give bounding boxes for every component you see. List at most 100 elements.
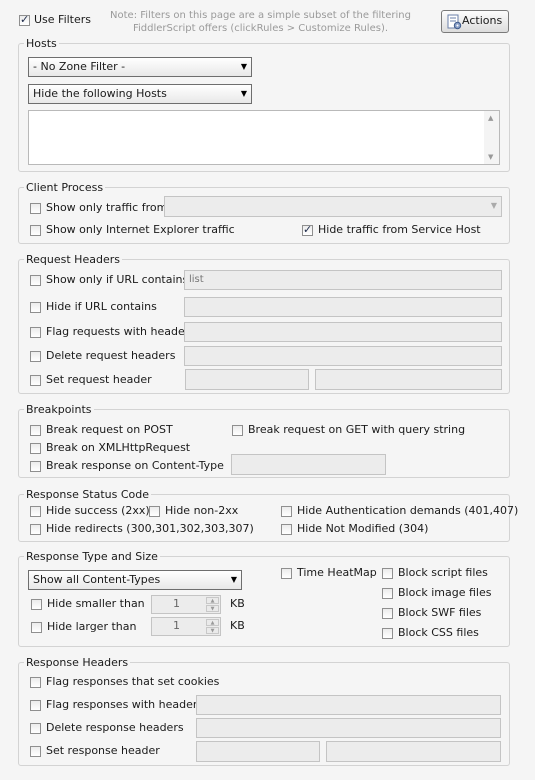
flag-requests-headers-label: Flag requests with headers <box>46 325 195 338</box>
hide-larger-spinner[interactable]: 1 ▲ ▼ <box>151 617 221 636</box>
response-type-title: Response Type and Size <box>24 550 160 563</box>
set-response-header-value-input[interactable] <box>326 741 501 762</box>
hosts-mode-dropdown[interactable]: Hide the following Hosts ▼ <box>28 84 252 104</box>
use-filters-checkbox[interactable] <box>19 13 30 27</box>
show-only-traffic-from-checkbox[interactable] <box>30 203 41 214</box>
show-only-ie-checkbox[interactable] <box>30 225 41 236</box>
client-process-title: Client Process <box>24 181 106 194</box>
block-script-checkbox[interactable] <box>382 568 393 579</box>
set-request-header-checkbox[interactable] <box>30 375 41 386</box>
actions-icon <box>447 14 462 30</box>
spin-up-icon[interactable]: ▲ <box>206 619 219 626</box>
hide-redirects-checkbox[interactable] <box>30 524 41 535</box>
break-on-post-checkbox[interactable] <box>30 425 41 436</box>
filters-note-line2: FiddlerScript offers (clickRules > Custo… <box>132 23 389 34</box>
hosts-group-title: Hosts <box>24 37 59 50</box>
break-on-get-query-checkbox[interactable] <box>232 425 243 436</box>
flag-responses-headers-input[interactable] <box>196 695 501 715</box>
request-headers-title: Request Headers <box>24 253 122 266</box>
filters-note-line1: Note: Filters on this page are a simple … <box>110 10 411 21</box>
hide-larger-checkbox[interactable] <box>31 622 42 633</box>
hide-if-url-checkbox[interactable] <box>30 302 41 313</box>
hide-smaller-spinner[interactable]: 1 ▲ ▼ <box>151 595 221 614</box>
hide-redirects-label: Hide redirects (300,301,302,303,307) <box>46 522 254 535</box>
set-response-header-name-input[interactable] <box>196 741 320 762</box>
hide-smaller-unit: KB <box>230 597 245 610</box>
chevron-down-icon: ▼ <box>490 201 497 210</box>
block-css-checkbox[interactable] <box>382 628 393 639</box>
zone-filter-value: - No Zone Filter - <box>33 60 126 73</box>
delete-request-headers-checkbox[interactable] <box>30 351 41 362</box>
scroll-down-icon: ▼ <box>488 153 494 161</box>
hide-if-url-label: Hide if URL contains <box>46 300 157 313</box>
hosts-mode-value: Hide the following Hosts <box>33 87 167 100</box>
content-types-dropdown[interactable]: Show all Content-Types ▼ <box>28 570 242 590</box>
actions-button[interactable]: Actions <box>441 10 509 33</box>
show-only-url-checkbox[interactable] <box>30 275 41 286</box>
content-types-value: Show all Content-Types <box>33 573 161 586</box>
set-request-header-name-input[interactable] <box>185 369 309 390</box>
flag-requests-headers-input[interactable] <box>184 322 502 342</box>
hide-not-modified-checkbox[interactable] <box>281 524 292 535</box>
break-on-post-label: Break request on POST <box>46 423 173 436</box>
set-response-header-checkbox[interactable] <box>30 746 41 757</box>
chevron-down-icon: ▼ <box>240 89 247 98</box>
process-dropdown[interactable]: ▼ <box>164 196 502 217</box>
filters-note: Note: Filters on this page are a simple … <box>108 9 413 35</box>
spin-down-icon[interactable]: ▼ <box>206 605 219 612</box>
hide-success-checkbox[interactable] <box>30 506 41 517</box>
show-only-traffic-from-label: Show only traffic from <box>46 201 168 214</box>
break-on-xhr-checkbox[interactable] <box>30 443 41 454</box>
response-headers-title: Response Headers <box>24 656 131 669</box>
hosts-textarea[interactable]: ▲ ▼ <box>28 110 500 165</box>
delete-response-headers-input[interactable] <box>196 718 501 738</box>
chevron-down-icon: ▼ <box>240 62 247 71</box>
hide-larger-label: Hide larger than <box>47 620 137 633</box>
hide-smaller-value: 1 <box>173 597 180 610</box>
flag-set-cookies-checkbox[interactable] <box>30 677 41 688</box>
delete-request-headers-label: Delete request headers <box>46 349 176 362</box>
set-request-header-label: Set request header <box>46 373 152 386</box>
hide-non2xx-label: Hide non-2xx <box>165 504 239 517</box>
block-css-label: Block CSS files <box>398 626 479 639</box>
flag-requests-headers-checkbox[interactable] <box>30 327 41 338</box>
break-on-get-query-label: Break request on GET with query string <box>248 423 466 436</box>
show-only-url-label: Show only if URL contains <box>46 273 189 286</box>
break-on-content-type-label: Break response on Content-Type <box>46 459 224 472</box>
delete-response-headers-checkbox[interactable] <box>30 723 41 734</box>
block-swf-label: Block SWF files <box>398 606 482 619</box>
show-only-ie-label: Show only Internet Explorer traffic <box>46 223 235 236</box>
hide-auth-label: Hide Authentication demands (401,407) <box>297 504 519 517</box>
hide-non2xx-checkbox[interactable] <box>149 506 160 517</box>
spin-down-icon[interactable]: ▼ <box>206 627 219 634</box>
hide-success-label: Hide success (2xx) <box>46 504 150 517</box>
block-image-checkbox[interactable] <box>382 588 393 599</box>
flag-responses-headers-checkbox[interactable] <box>30 700 41 711</box>
break-on-xhr-label: Break on XMLHttpRequest <box>46 441 191 454</box>
hide-auth-checkbox[interactable] <box>281 506 292 517</box>
time-heatmap-checkbox[interactable] <box>281 568 292 579</box>
hide-smaller-label: Hide smaller than <box>47 597 145 610</box>
hosts-scrollbar[interactable]: ▲ ▼ <box>484 111 499 164</box>
block-script-label: Block script files <box>398 566 488 579</box>
chevron-down-icon: ▼ <box>230 575 237 584</box>
hide-if-url-input[interactable] <box>184 297 502 317</box>
hide-not-modified-label: Hide Not Modified (304) <box>297 522 429 535</box>
hide-smaller-checkbox[interactable] <box>31 599 42 610</box>
zone-filter-dropdown[interactable]: - No Zone Filter - ▼ <box>28 57 252 77</box>
break-on-content-type-checkbox[interactable] <box>30 461 41 472</box>
actions-button-label: Actions <box>462 14 503 27</box>
block-swf-checkbox[interactable] <box>382 608 393 619</box>
set-request-header-value-input[interactable] <box>315 369 502 390</box>
block-image-label: Block image files <box>398 586 492 599</box>
response-status-title: Response Status Code <box>24 488 152 501</box>
hide-larger-value: 1 <box>173 619 180 632</box>
delete-request-headers-input[interactable] <box>184 346 502 366</box>
hide-service-host-checkbox[interactable] <box>302 223 313 237</box>
spin-up-icon[interactable]: ▲ <box>206 597 219 604</box>
show-only-url-input[interactable]: list <box>184 270 502 290</box>
hide-service-host-label: Hide traffic from Service Host <box>318 223 481 236</box>
breakpoints-title: Breakpoints <box>24 403 94 416</box>
flag-responses-headers-label: Flag responses with headers <box>46 698 204 711</box>
break-content-type-input[interactable] <box>231 454 386 475</box>
